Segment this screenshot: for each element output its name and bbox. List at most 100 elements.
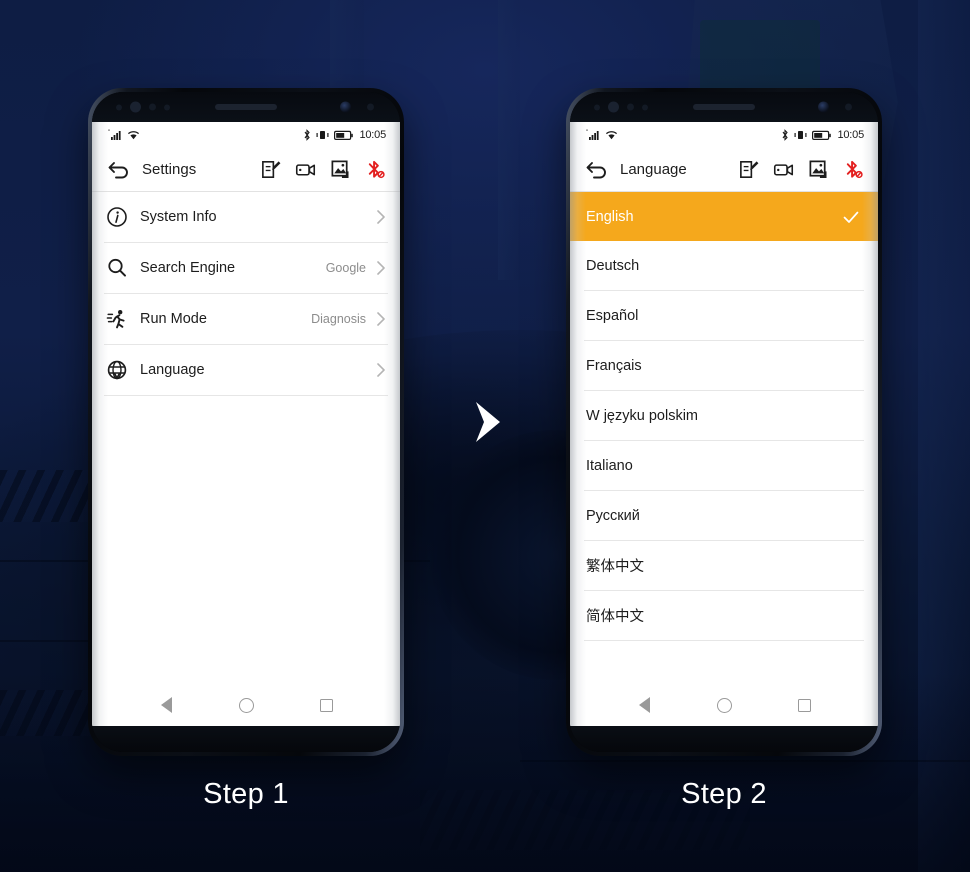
phone-body: " xyxy=(566,88,882,756)
language-option-espanol[interactable]: Español xyxy=(570,291,878,340)
earpiece-speaker xyxy=(693,104,755,110)
app-header: Settings xyxy=(92,148,400,192)
front-camera-cluster xyxy=(340,101,374,113)
list-divider xyxy=(584,640,864,641)
phone-step-2: " 10:05 Language English Deutsch Español… xyxy=(566,88,882,756)
android-nav-bar xyxy=(92,684,400,726)
settings-row-search-engine[interactable]: Search Engine Google xyxy=(92,243,400,293)
bluetooth-icon xyxy=(305,129,311,141)
language-option-polski[interactable]: W języku polskim xyxy=(570,391,878,440)
chevron-right-icon xyxy=(377,312,385,326)
status-bar-clock: 10:05 xyxy=(837,129,864,141)
vibrate-icon xyxy=(316,131,329,139)
language-label: Italiano xyxy=(586,457,633,474)
sensor-dot xyxy=(627,103,634,111)
phone-screen: " xyxy=(92,122,400,726)
app-header: Language xyxy=(570,148,878,192)
edit-note-icon[interactable] xyxy=(738,159,759,180)
nav-recents-button[interactable] xyxy=(316,695,336,715)
front-camera-cluster xyxy=(818,101,852,113)
signal-bars-icon: " xyxy=(108,130,121,140)
language-option-deutsch[interactable]: Deutsch xyxy=(570,241,878,290)
chevron-right-icon xyxy=(377,261,385,275)
language-option-francais[interactable]: Français xyxy=(570,341,878,390)
header-action-icons xyxy=(260,159,386,180)
android-nav-bar xyxy=(570,684,878,726)
settings-row-label: Run Mode xyxy=(140,311,207,327)
language-option-simplified-chinese[interactable]: 简体中文 xyxy=(570,591,878,640)
phone-screen: " xyxy=(570,122,878,726)
back-triangle-icon xyxy=(160,697,172,713)
status-bar: " 10:05 xyxy=(92,122,400,148)
globe-icon xyxy=(107,360,127,380)
nav-recents-button[interactable] xyxy=(794,695,814,715)
running-person-icon xyxy=(106,310,125,329)
language-option-italiano[interactable]: Italiano xyxy=(570,441,878,490)
back-triangle-icon xyxy=(638,697,650,713)
nav-back-button[interactable] xyxy=(634,695,654,715)
settings-row-language[interactable]: Language xyxy=(92,345,400,395)
video-camera-icon[interactable] xyxy=(773,159,794,180)
phone-bottom-bezel xyxy=(92,726,400,752)
bluetooth-disconnected-icon[interactable] xyxy=(365,159,386,180)
battery-icon xyxy=(812,130,832,140)
phone-top-bezel xyxy=(570,92,878,122)
home-circle-icon xyxy=(716,697,732,713)
sensor-cluster xyxy=(116,101,170,113)
checkmark-icon xyxy=(843,211,859,223)
nav-back-button[interactable] xyxy=(156,695,176,715)
screenshot-image-icon[interactable] xyxy=(330,159,351,180)
language-option-english[interactable]: English xyxy=(570,192,878,241)
status-bar-left: " xyxy=(586,129,618,141)
chevron-right-icon xyxy=(377,363,385,377)
language-label: Deutsch xyxy=(586,257,640,274)
status-bar-right: 10:05 xyxy=(303,129,386,141)
vibrate-icon xyxy=(794,131,807,139)
bluetooth-disconnected-icon[interactable] xyxy=(843,159,864,180)
nav-home-button[interactable] xyxy=(714,695,734,715)
video-camera-icon[interactable] xyxy=(295,159,316,180)
wifi-icon xyxy=(605,131,618,140)
settings-row-label: Search Engine xyxy=(140,260,236,276)
wifi-icon xyxy=(127,131,140,140)
proximity-sensor-icon xyxy=(130,101,141,113)
sensor-dot xyxy=(845,103,852,111)
sensor-cluster xyxy=(594,101,648,113)
back-arrow-icon[interactable] xyxy=(584,157,610,183)
status-bar-left: " xyxy=(108,129,140,141)
language-label: 繁体中文 xyxy=(586,559,644,575)
language-option-traditional-chinese[interactable]: 繁体中文 xyxy=(570,541,878,590)
page-title: Language xyxy=(620,161,687,178)
home-circle-icon xyxy=(238,697,254,713)
phone-bottom-bezel xyxy=(570,726,878,752)
step-1-label: Step 1 xyxy=(203,778,289,810)
settings-row-system-info[interactable]: System Info xyxy=(92,192,400,242)
earpiece-speaker xyxy=(215,104,277,110)
settings-row-value: Diagnosis xyxy=(311,312,366,326)
status-bar: " 10:05 xyxy=(570,122,878,148)
phone-inner: " xyxy=(92,92,400,752)
status-bar-clock: 10:05 xyxy=(359,129,386,141)
nav-home-button[interactable] xyxy=(236,695,256,715)
settings-row-run-mode[interactable]: Run Mode Diagnosis xyxy=(92,294,400,344)
screenshot-image-icon[interactable] xyxy=(808,159,829,180)
settings-list: System Info Search Engine Google Run Mod… xyxy=(92,192,400,396)
page-title: Settings xyxy=(142,161,197,178)
language-label: Français xyxy=(586,357,642,374)
edit-note-icon[interactable] xyxy=(260,159,281,180)
language-label: W języku polskim xyxy=(586,407,698,424)
front-camera-icon xyxy=(818,101,829,113)
language-label: Русский xyxy=(586,507,640,524)
back-arrow-icon[interactable] xyxy=(106,157,132,183)
proximity-sensor-icon xyxy=(608,101,619,113)
language-list: English Deutsch Español Français W język… xyxy=(570,192,878,641)
front-camera-icon xyxy=(340,101,351,113)
language-option-russian[interactable]: Русский xyxy=(570,491,878,540)
recents-square-icon xyxy=(797,698,811,712)
phone-top-bezel xyxy=(92,92,400,122)
sensor-dot xyxy=(116,104,122,110)
step-2-label: Step 2 xyxy=(681,778,767,810)
stage: " 10:05 Settings System Info Search Engi… xyxy=(0,0,970,872)
svg-text:": " xyxy=(586,130,588,136)
sensor-dot xyxy=(594,104,600,110)
